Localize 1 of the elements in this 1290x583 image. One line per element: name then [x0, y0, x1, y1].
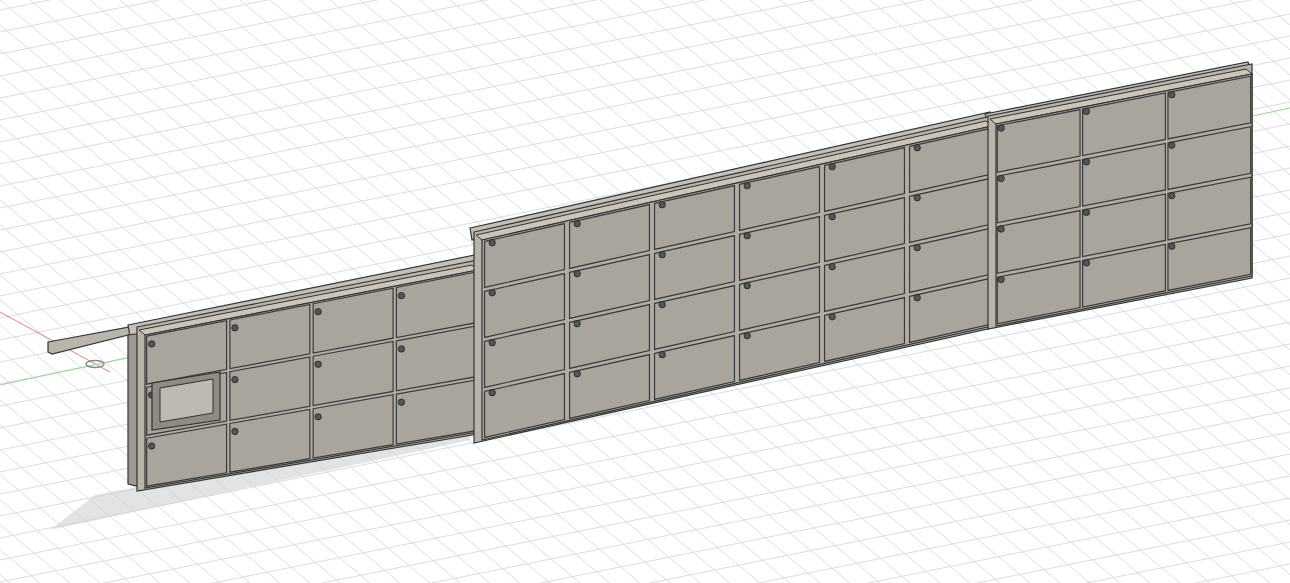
origin-marker-icon [85, 359, 105, 369]
